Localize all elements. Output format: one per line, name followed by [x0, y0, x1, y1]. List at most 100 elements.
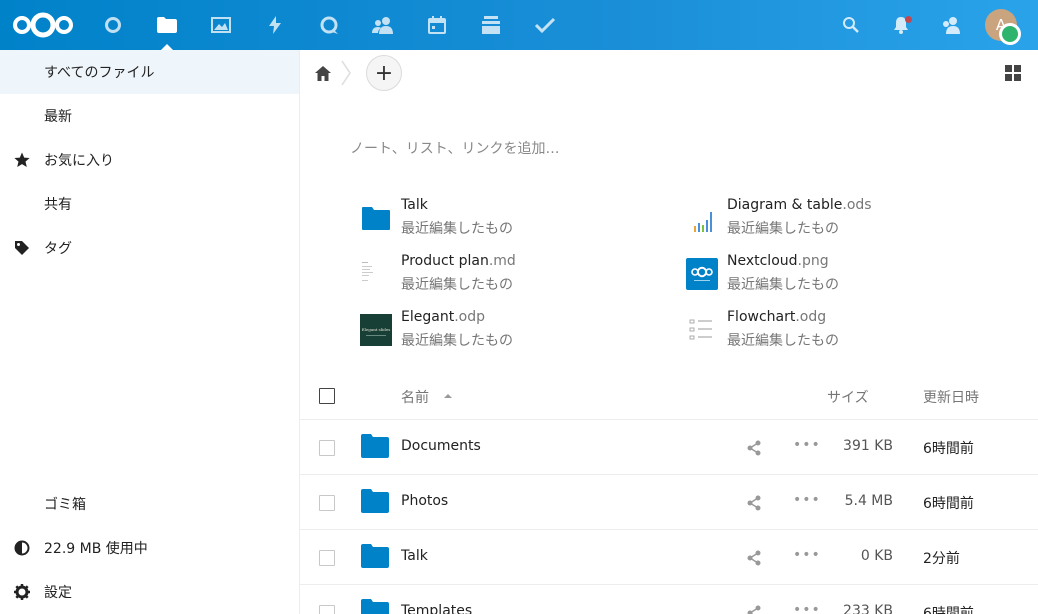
search-icon[interactable] [826, 0, 876, 50]
trash-icon [0, 482, 44, 526]
column-size-header[interactable]: サイズ [827, 387, 869, 407]
recent-file-name: Talk [401, 197, 428, 213]
file-size: 5.4 MB [844, 493, 893, 509]
quota-icon [0, 526, 44, 570]
breadcrumb-separator [341, 60, 351, 86]
sidebar-item-label: 最新 [44, 109, 72, 125]
app-navigation: すべてのファイル 最新 お気に入り 共有 タグ ゴミ箱 22.9 MB 使用中 … [0, 50, 300, 614]
recent-file-name: Elegant.odp [401, 309, 485, 325]
file-basename: Elegant [401, 309, 455, 325]
folder-icon [361, 544, 389, 568]
share-icon[interactable] [746, 550, 762, 566]
sidebar-item-settings[interactable]: 設定 [0, 570, 299, 614]
sidebar-item-label: 共有 [44, 197, 72, 213]
file-basename: Flowchart [727, 309, 796, 325]
sidebar-item-label: ゴミ箱 [44, 497, 86, 513]
recent-file[interactable]: Nextcloud.png 最近編集したもの [686, 253, 1006, 293]
contacts-icon[interactable] [356, 0, 410, 50]
folder-icon [361, 489, 389, 513]
dashboard-icon[interactable] [86, 0, 140, 50]
recent-file[interactable]: Talk 最近編集したもの [360, 197, 680, 237]
sidebar-item-recent[interactable]: 最新 [0, 94, 299, 138]
file-name[interactable]: Documents [401, 438, 481, 454]
drawing-thumbnail [686, 314, 718, 346]
presentation-thumbnail: Elegant slides [360, 314, 392, 346]
talk-icon[interactable] [302, 0, 356, 50]
sidebar-item-trash[interactable]: ゴミ箱 [0, 482, 299, 526]
file-modified: 6時間前 [923, 606, 974, 614]
tasks-icon[interactable] [518, 0, 572, 50]
row-checkbox[interactable] [319, 440, 335, 456]
file-extension: .ods [842, 197, 872, 213]
star-icon [0, 138, 44, 182]
sidebar-item-label: タグ [44, 241, 72, 257]
nextcloud-logo[interactable] [12, 11, 74, 39]
share-icon[interactable] [746, 605, 762, 614]
deck-icon[interactable] [464, 0, 518, 50]
file-extension: .png [797, 253, 829, 269]
file-basename: Product plan [401, 253, 489, 269]
calendar-icon[interactable] [410, 0, 464, 50]
sidebar-item-label: すべてのファイル [44, 65, 155, 81]
sidebar-item-label: 設定 [44, 585, 72, 601]
new-file-button[interactable]: + [366, 55, 402, 91]
file-basename: Diagram & table [727, 197, 843, 213]
table-row[interactable]: Templates ••• 233 KB 6時間前 [300, 585, 1038, 614]
share-icon[interactable] [746, 440, 762, 456]
file-name[interactable]: Photos [401, 493, 448, 509]
status-indicator [999, 23, 1021, 45]
table-row[interactable]: Documents ••• 391 KB 6時間前 [300, 420, 1038, 475]
recent-file[interactable]: Flowchart.odg 最近編集したもの [686, 309, 1006, 349]
recent-file-subtitle: 最近編集したもの [727, 221, 839, 237]
share-icon[interactable] [746, 495, 762, 511]
recent-file-subtitle: 最近編集したもの [727, 333, 839, 349]
grid-view-icon[interactable] [1005, 65, 1021, 81]
sidebar-item-favorites[interactable]: お気に入り [0, 138, 299, 182]
recent-file-name: Diagram & table.ods [727, 197, 872, 213]
sidebar-item-shared[interactable]: 共有 [0, 182, 299, 226]
file-name[interactable]: Talk [401, 548, 428, 564]
rich-workspace-placeholder[interactable]: ノート、リスト、リンクを追加… [350, 138, 559, 158]
settings-icon [0, 570, 44, 614]
home-icon[interactable] [312, 62, 334, 84]
recent-file-subtitle: 最近編集したもの [727, 277, 839, 293]
recent-file[interactable]: Product plan.md 最近編集したもの [360, 253, 680, 293]
file-list-header: 名前 サイズ 更新日時 [300, 370, 1038, 420]
file-modified: 6時間前 [923, 496, 974, 512]
sidebar-item-all-files[interactable]: すべてのファイル [0, 50, 299, 94]
table-row[interactable]: Photos ••• 5.4 MB 6時間前 [300, 475, 1038, 530]
select-all-checkbox[interactable] [319, 388, 335, 404]
column-name-header[interactable]: 名前 [401, 387, 429, 407]
tag-icon [0, 226, 44, 270]
contacts-menu-icon[interactable] [926, 0, 976, 50]
folder-icon [362, 207, 390, 230]
activity-icon[interactable] [248, 0, 302, 50]
share-icon [0, 182, 44, 226]
row-checkbox[interactable] [319, 550, 335, 566]
file-name[interactable]: Templates [401, 603, 472, 614]
photos-icon[interactable] [194, 0, 248, 50]
sidebar-item-tags[interactable]: タグ [0, 226, 299, 270]
file-size: 391 KB [843, 438, 893, 454]
file-basename: Nextcloud [727, 253, 798, 269]
notifications-icon[interactable] [876, 0, 926, 50]
file-extension: .odp [454, 309, 485, 325]
file-modified: 6時間前 [923, 441, 974, 457]
column-modified-header[interactable]: 更新日時 [923, 387, 979, 407]
recent-file[interactable]: Elegant slides Elegant.odp 最近編集したもの [360, 309, 680, 349]
file-extension: .odg [795, 309, 827, 325]
recent-file-subtitle: 最近編集したもの [401, 277, 513, 293]
files-icon[interactable] [140, 0, 194, 50]
recent-file-subtitle: 最近編集したもの [401, 333, 513, 349]
recent-file-name: Nextcloud.png [727, 253, 829, 269]
row-checkbox[interactable] [319, 605, 335, 614]
sidebar-item-quota[interactable]: 22.9 MB 使用中 [0, 526, 299, 570]
sidebar-item-label: お気に入り [44, 153, 114, 169]
file-size: 0 KB [860, 548, 893, 564]
file-size: 233 KB [843, 603, 893, 614]
recent-file[interactable]: Diagram & table.ods 最近編集したもの [686, 197, 1006, 237]
row-checkbox[interactable] [319, 495, 335, 511]
table-row[interactable]: Talk ••• 0 KB 2分前 [300, 530, 1038, 585]
spreadsheet-thumbnail [686, 202, 718, 234]
files-content: + ノート、リスト、リンクを追加… Talk 最近編集したもの Diagram … [300, 50, 1038, 614]
